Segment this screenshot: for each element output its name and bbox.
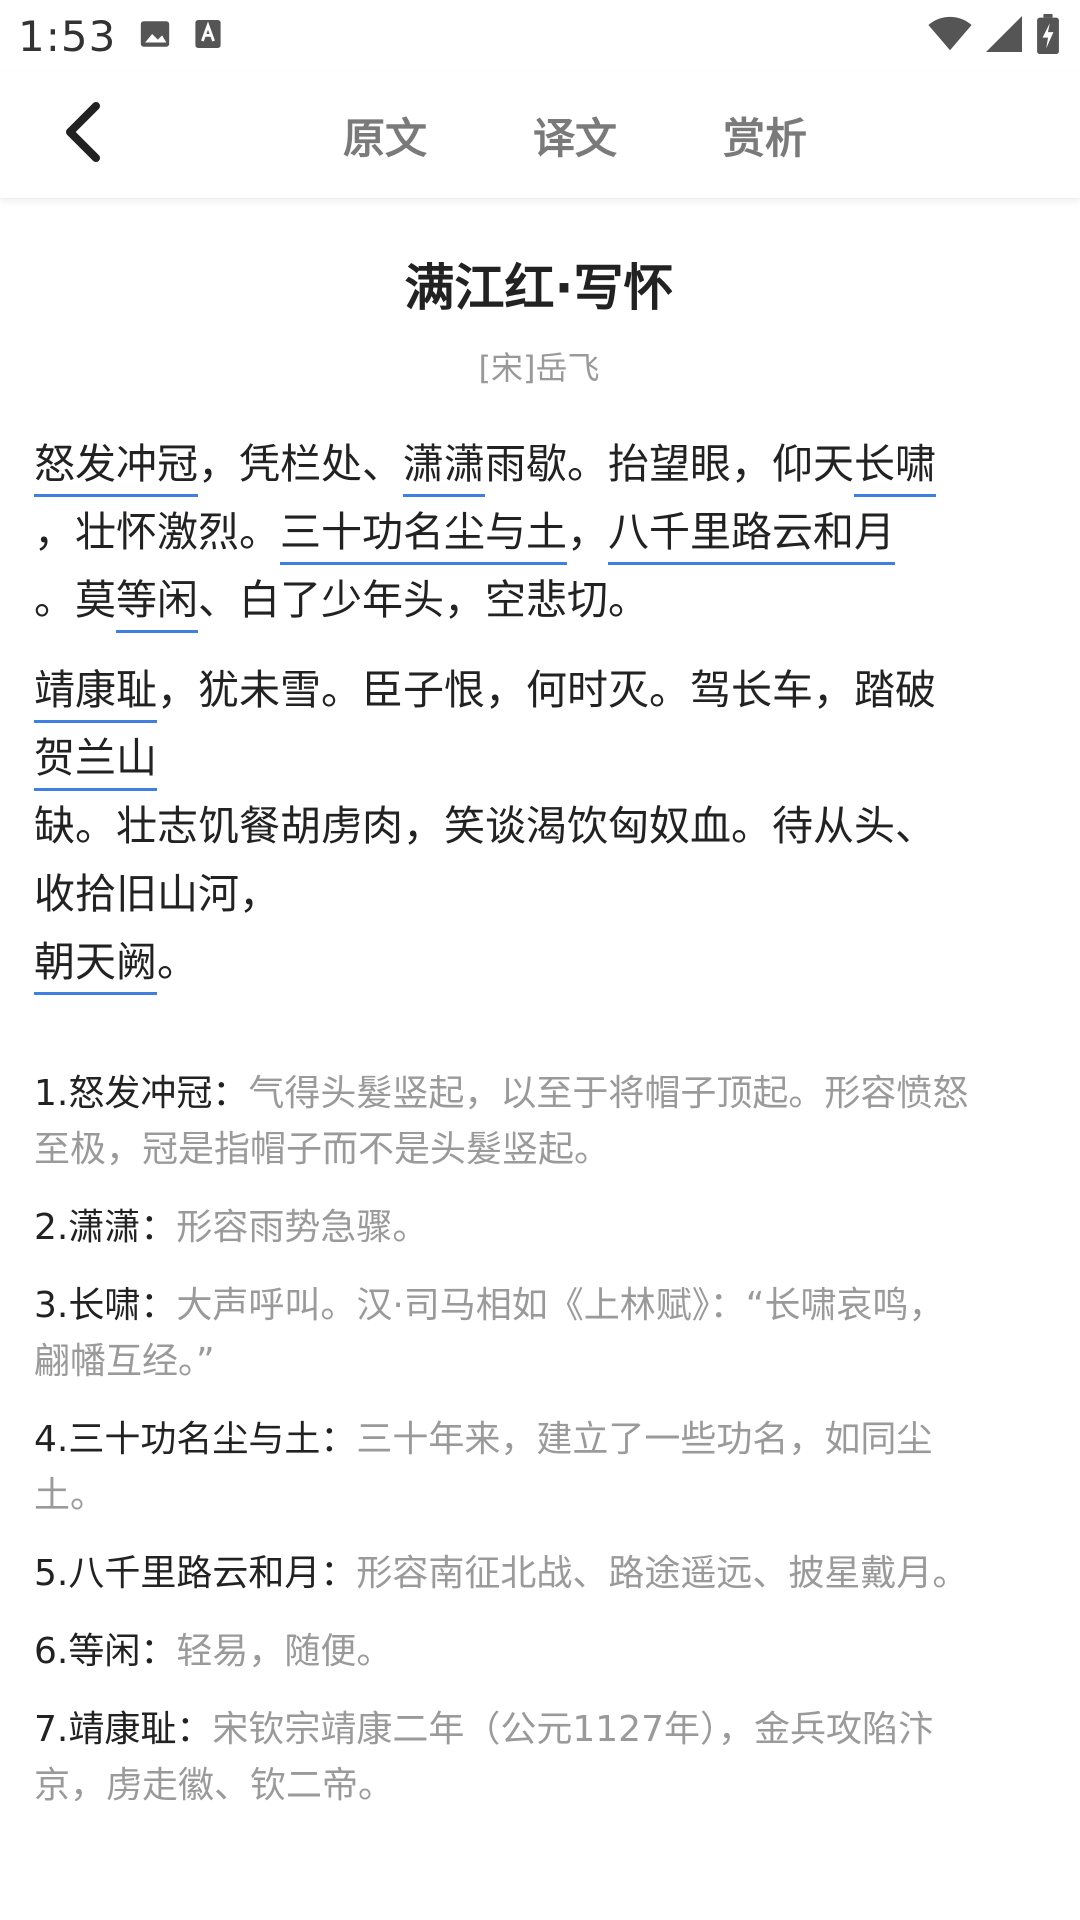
poem-text: 、白了少年头，空悲切。 <box>198 576 649 624</box>
text-a-icon <box>194 17 222 55</box>
poem-title: 满江红·写怀 <box>404 259 674 317</box>
status-bar: 1:53 <box>0 0 1080 72</box>
note-item: 2.潇潇：形容雨势急骤。 <box>34 1200 1044 1256</box>
note-definition: 宋钦宗靖康二年（公元1127年），金兵攻陷汴 <box>212 1709 934 1750</box>
note-term: 4.三十功名尘与土： <box>34 1419 357 1460</box>
stanza-1: 怒发冲冠，凭栏处、潇潇雨歇。抬望眼，仰天长啸 ，壮怀激烈。三十功名尘与土，八千里… <box>34 430 1044 634</box>
tab-translation[interactable]: 译文 <box>480 105 670 166</box>
poem-text: 雨歇。抬望眼，仰天 <box>485 440 854 488</box>
note-item: 1.怒发冲冠：气得头髮竖起，以至于将帽子顶起。形容愤怒至极，冠是指帽子而不是头髮… <box>34 1066 1044 1178</box>
note-term: 7.靖康耻： <box>34 1709 213 1750</box>
stanza-2: 靖康耻，犹未雪。臣子恨，何时灭。驾长车，踏破 贺兰山 缺。壮志饥餐胡虏肉，笑谈渴… <box>34 656 1044 996</box>
note-definition: 土。 <box>34 1475 107 1516</box>
annotated-term[interactable]: 长啸 <box>854 440 936 497</box>
annotated-term[interactable]: 三十功名尘与土 <box>280 508 567 565</box>
tab-appreciation[interactable]: 赏析 <box>670 105 860 166</box>
note-item: 7.靖康耻：宋钦宗靖康二年（公元1127年），金兵攻陷汴京，虏走徽、钦二帝。 <box>34 1702 1044 1814</box>
wifi-icon <box>928 16 972 56</box>
tab-original[interactable]: 原文 <box>290 105 480 166</box>
poem-author: [宋]岳飞 <box>478 349 600 387</box>
image-icon <box>138 17 172 55</box>
note-definition: 翩幡互经。” <box>34 1341 215 1382</box>
note-term: 1.怒发冲冠： <box>34 1073 249 1114</box>
content: 满江红·写怀 [宋]岳飞 怒发冲冠，凭栏处、潇潇雨歇。抬望眼，仰天长啸 ，壮怀激… <box>34 198 1044 1836</box>
poem-text: 。 <box>157 938 198 986</box>
note-definition: 京，虏走徽、钦二帝。 <box>34 1765 395 1806</box>
annotated-term[interactable]: 贺兰山 <box>34 734 157 791</box>
annotated-term[interactable]: 朝天阙 <box>34 938 157 995</box>
annotated-term[interactable]: 八千里路云和月 <box>608 508 895 565</box>
note-definition: 轻易，随便。 <box>176 1631 393 1672</box>
note-definition: 大声呼叫。汉·司马相如《上林赋》：“长啸哀鸣， <box>176 1285 945 1326</box>
annotated-term[interactable]: 靖康耻 <box>34 666 157 723</box>
poem-line: ，壮怀激烈。三十功名尘与土，八千里路云和月 <box>34 498 1044 566</box>
poem-line: 缺。壮志饥餐胡虏肉，笑谈渴饮匈奴血。待从头、 <box>34 792 1044 860</box>
poem-text: 缺。壮志饥餐胡虏肉，笑谈渴饮匈奴血。待从头、 <box>34 802 936 850</box>
poem-line: 朝天阙。 <box>34 928 1044 996</box>
note-item: 5.八千里路云和月：形容南征北战、路途遥远、披星戴月。 <box>34 1546 1044 1602</box>
annotated-term[interactable]: 怒发冲冠 <box>34 440 198 497</box>
notes-list: 1.怒发冲冠：气得头髮竖起，以至于将帽子顶起。形容愤怒至极，冠是指帽子而不是头髮… <box>34 1066 1044 1814</box>
poem-text: ，犹未雪。臣子恨，何时灭。驾长车，踏破 <box>157 666 936 714</box>
back-arrow-icon <box>66 102 100 162</box>
poem-line: 靖康耻，犹未雪。臣子恨，何时灭。驾长车，踏破 <box>34 656 1044 724</box>
note-definition: 至极，冠是指帽子而不是头髮竖起。 <box>34 1129 611 1170</box>
status-time: 1:53 <box>18 11 117 61</box>
signal-icon <box>986 16 1022 56</box>
poem-text: ，凭栏处、 <box>198 440 403 488</box>
note-definition: 形容雨势急骤。 <box>176 1207 429 1248</box>
note-term: 5.八千里路云和月： <box>34 1553 357 1594</box>
poem-text: ，壮怀激烈。 <box>34 508 280 556</box>
poem-line: 收拾旧山河， <box>34 860 1044 928</box>
note-term: 3.长啸： <box>34 1285 177 1326</box>
back-button[interactable] <box>42 92 122 172</box>
poem-text: 收拾旧山河， <box>34 870 280 918</box>
poem-text: ， <box>567 508 608 556</box>
annotated-term[interactable]: 潇潇 <box>403 440 485 497</box>
note-item: 6.等闲：轻易，随便。 <box>34 1624 1044 1680</box>
note-term: 6.等闲： <box>34 1631 177 1672</box>
poem-line: 贺兰山 <box>34 724 1044 792</box>
poem-line: 。莫等闲、白了少年头，空悲切。 <box>34 566 1044 634</box>
status-right <box>928 14 1060 58</box>
note-definition: 三十年来，建立了一些功名，如同尘 <box>356 1419 933 1460</box>
poem-line: 怒发冲冠，凭栏处、潇潇雨歇。抬望眼，仰天长啸 <box>34 430 1044 498</box>
status-left: 1:53 <box>18 12 222 61</box>
note-definition: 形容南征北战、路途遥远、披星戴月。 <box>356 1553 969 1594</box>
poem-text: 。莫 <box>34 576 116 624</box>
nav-bar: 原文 译文 赏析 <box>0 72 1080 199</box>
battery-charging-icon <box>1036 14 1060 58</box>
note-item: 3.长啸：大声呼叫。汉·司马相如《上林赋》：“长啸哀鸣， 翩幡互经。” <box>34 1278 1044 1390</box>
note-definition: 气得头髮竖起，以至于将帽子顶起。形容愤怒 <box>248 1073 969 1114</box>
note-term: 2.潇潇： <box>34 1207 177 1248</box>
annotated-term[interactable]: 等闲 <box>116 576 198 633</box>
tab-bar: 原文 译文 赏析 <box>290 72 860 198</box>
note-item: 4.三十功名尘与土：三十年来，建立了一些功名，如同尘土。 <box>34 1412 1044 1524</box>
